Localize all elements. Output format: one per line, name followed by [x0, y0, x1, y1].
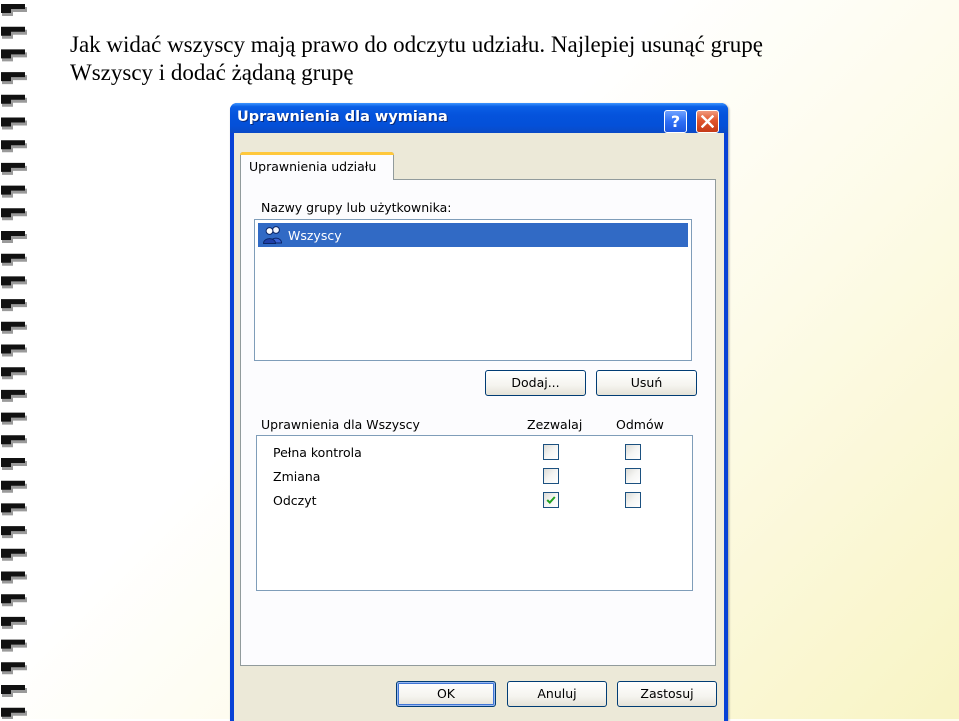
slide-caption-line-2: Wszyscy i dodać żądaną grupę [70, 60, 354, 85]
permission-row-full-control: Pełna kontrola [257, 441, 692, 463]
permissions-header: Uprawnienia dla Wszyscy [261, 417, 420, 432]
cancel-button[interactable]: Anuluj [507, 681, 607, 707]
slide-caption: Jak widać wszyscy mają prawo do odczytu … [70, 31, 930, 87]
deny-full-control-checkbox[interactable] [625, 444, 641, 460]
allow-change-checkbox[interactable] [543, 468, 559, 484]
remove-button[interactable]: Usuń [596, 370, 697, 396]
groups-label: Nazwy grupy lub użytkownika: [261, 200, 452, 215]
group-icon [262, 225, 284, 249]
notebook-binding [0, 0, 34, 719]
groups-listbox[interactable]: Wszyscy [254, 219, 692, 361]
close-button[interactable] [696, 110, 719, 133]
add-button[interactable]: Dodaj... [485, 370, 586, 396]
permissions-list: Pełna kontrola Zmiana Odczyt [256, 435, 693, 591]
deny-change-checkbox[interactable] [625, 468, 641, 484]
allow-read-checkbox[interactable] [543, 492, 559, 508]
deny-read-checkbox[interactable] [625, 492, 641, 508]
permission-name: Pełna kontrola [273, 445, 362, 460]
deny-column-header: Odmów [616, 417, 664, 432]
checkmark-icon [546, 496, 556, 505]
help-icon: ? [670, 112, 681, 131]
permissions-dialog: Uprawnienia dla wymiana ? Uprawnienia ud… [230, 103, 728, 721]
help-button[interactable]: ? [664, 110, 687, 133]
dialog-body: Uprawnienia udziału Nazwy grupy lub użyt… [234, 133, 724, 721]
apply-button[interactable]: Zastosuj [617, 681, 717, 707]
slide-caption-line-1: Jak widać wszyscy mają prawo do odczytu … [70, 32, 763, 57]
permission-row-read: Odczyt [257, 489, 692, 511]
permission-row-change: Zmiana [257, 465, 692, 487]
list-item-label: Wszyscy [288, 228, 342, 243]
dialog-titlebar[interactable]: Uprawnienia dla wymiana ? [230, 103, 728, 133]
list-item-wszyscy[interactable]: Wszyscy [258, 223, 688, 247]
allow-full-control-checkbox[interactable] [543, 444, 559, 460]
tab-share-permissions-label: Uprawnienia udziału [249, 159, 377, 174]
ok-button[interactable]: OK [396, 681, 496, 707]
allow-column-header: Zezwalaj [527, 417, 583, 432]
close-icon [701, 115, 714, 128]
tab-share-permissions[interactable]: Uprawnienia udziału [240, 152, 394, 180]
permission-name: Odczyt [273, 493, 317, 508]
permission-name: Zmiana [273, 469, 321, 484]
dialog-title: Uprawnienia dla wymiana [237, 109, 448, 125]
